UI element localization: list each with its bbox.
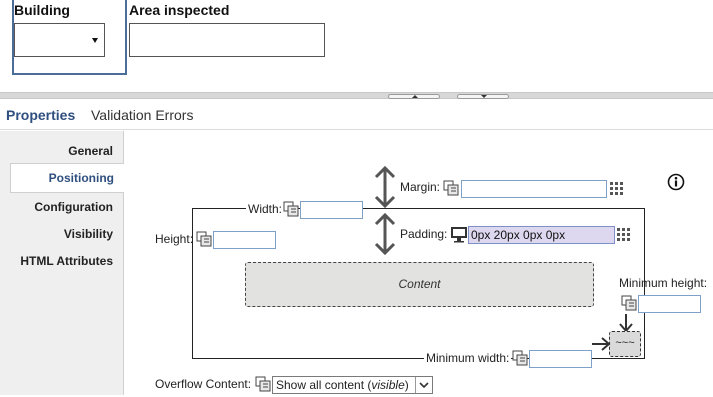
minimum-width-input[interactable] <box>529 350 592 368</box>
tab-properties[interactable]: Properties <box>6 107 75 123</box>
collapse-down-button[interactable] <box>457 94 509 99</box>
margin-label: Margin: <box>400 180 441 194</box>
nav-item-configuration[interactable]: Configuration <box>34 200 113 214</box>
height-label: Height: <box>155 232 194 246</box>
link-chain-icon[interactable] <box>255 376 271 392</box>
width-label: Width: <box>246 202 285 216</box>
properties-tab-bar: Properties Validation Errors <box>0 100 713 130</box>
chevron-up-icon <box>412 95 418 98</box>
arrow-right-icon <box>592 337 611 351</box>
minimum-height-label: Minimum height: <box>619 276 708 290</box>
height-input[interactable] <box>213 231 276 249</box>
nav-item-positioning[interactable]: Positioning <box>10 163 124 193</box>
info-icon[interactable] <box>667 173 685 191</box>
record-form: Building Area inspected <box>0 0 713 92</box>
content-area: Content <box>245 262 594 307</box>
padding-label: Padding: <box>400 227 448 241</box>
panel-splitter[interactable] <box>0 92 713 99</box>
padding-arrow-icon <box>374 212 396 256</box>
grid-picker-icon[interactable] <box>617 228 631 242</box>
link-chain-icon[interactable] <box>443 180 459 196</box>
arrow-down-icon <box>619 314 633 333</box>
monitor-icon[interactable] <box>450 226 468 243</box>
tab-validation-errors[interactable]: Validation Errors <box>91 107 193 123</box>
width-input[interactable] <box>300 201 363 219</box>
margin-input[interactable] <box>461 180 607 198</box>
minimum-width-label: Minimum width: <box>424 351 512 365</box>
padding-input[interactable]: 0px 20px 0px 0px <box>468 226 615 244</box>
area-inspected-label: Area inspected <box>129 2 230 18</box>
margin-arrow-icon <box>374 165 396 209</box>
link-chain-icon[interactable] <box>512 350 528 366</box>
chevron-down-icon <box>481 95 487 98</box>
overflow-select-prefix: Show all content ( <box>276 378 372 392</box>
building-select[interactable] <box>14 23 105 57</box>
overflow-select-suffix: ) <box>404 378 409 392</box>
link-chain-icon[interactable] <box>621 295 637 311</box>
minimum-height-input[interactable] <box>638 295 701 313</box>
collapse-up-button[interactable] <box>388 94 440 99</box>
overflow-content-label: Overflow Content: <box>155 377 252 391</box>
link-chain-icon[interactable] <box>196 231 212 247</box>
area-inspected-input[interactable] <box>129 23 325 57</box>
chevron-down-icon <box>92 38 98 43</box>
nav-item-general[interactable]: General <box>68 144 113 158</box>
minimum-size-box: ~~~ <box>609 331 641 357</box>
overflow-select-keyword: visible <box>371 378 405 392</box>
nav-item-html-attributes[interactable]: HTML Attributes <box>20 254 113 268</box>
chevron-down-icon <box>415 377 432 393</box>
link-chain-icon[interactable] <box>283 201 299 217</box>
overflow-content-select[interactable]: Show all content (visible) <box>272 376 433 394</box>
nav-item-visibility[interactable]: Visibility <box>64 227 113 241</box>
grid-picker-icon[interactable] <box>610 182 624 196</box>
building-label: Building <box>14 2 70 18</box>
